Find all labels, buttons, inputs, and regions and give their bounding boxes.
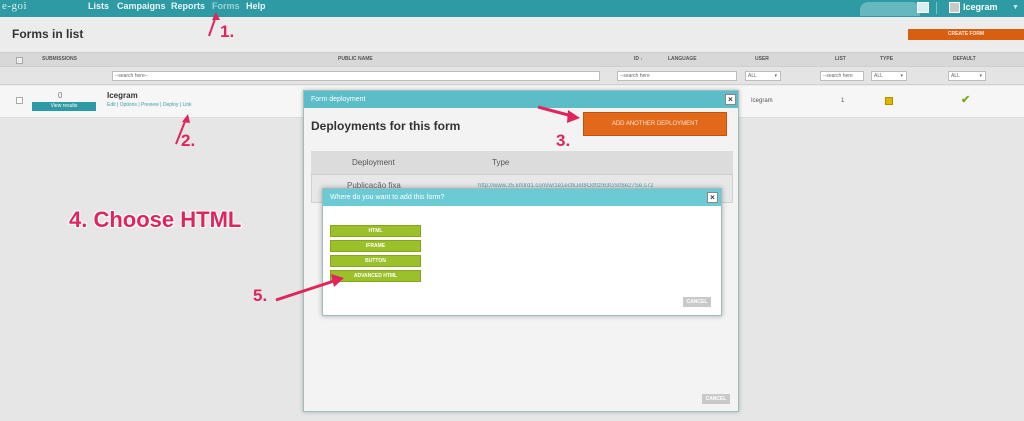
nav-forms[interactable]: Forms (212, 0, 240, 14)
user-name[interactable]: Icegram (963, 1, 998, 14)
column-submissions[interactable]: SUBMISSIONS (42, 56, 77, 63)
annotation-step-1: 1. (220, 22, 235, 41)
column-list[interactable]: LIST (835, 56, 846, 63)
default-check-icon[interactable]: ✔ (961, 93, 970, 106)
option-iframe-button[interactable]: IFRAME (330, 240, 421, 252)
name-search-input[interactable]: --search here-- (112, 71, 600, 81)
chevron-down-icon: ▾ (900, 73, 903, 79)
annotation-step-4: 4. Choose HTML (69, 207, 242, 232)
user-filter-value: ALL (748, 73, 757, 79)
create-form-button[interactable]: CREATE FORM (908, 29, 1024, 40)
user-filter-select[interactable]: ALL ▾ (745, 71, 781, 81)
column-default[interactable]: DEFAULT (953, 56, 976, 63)
column-deployment: Deployment (352, 158, 395, 167)
row-checkbox[interactable] (16, 97, 23, 104)
row-user: Icegram (751, 98, 773, 104)
close-icon[interactable]: × (725, 94, 736, 105)
type-filter-value: ALL (874, 73, 883, 79)
form-type-icon (885, 97, 893, 105)
nav-help[interactable]: Help (246, 0, 266, 14)
page-title: Forms in list (12, 27, 84, 41)
default-filter-select[interactable]: ALL ▾ (948, 71, 986, 81)
row-list: 1 (841, 98, 845, 104)
list-search-input[interactable]: --search here (820, 71, 864, 81)
option-advanced-html-button[interactable]: ADVANCED HTML (330, 270, 421, 282)
form-action-links[interactable]: Edit | Options | Preview | Deploy | Link (107, 102, 192, 108)
apps-icon[interactable] (917, 2, 929, 13)
column-id[interactable]: ID ↓ (634, 56, 643, 63)
column-type: Type (492, 158, 510, 167)
close-icon[interactable]: × (707, 192, 718, 203)
cloud-decoration (860, 2, 920, 16)
dialog-title: Form deployment (311, 96, 366, 103)
add-deployment-button[interactable]: ADD ANOTHER DEPLOYMENT (583, 112, 727, 136)
chevron-down-icon: ▾ (979, 73, 982, 79)
cancel-button[interactable]: CANCEL (683, 297, 711, 307)
select-all-checkbox[interactable] (16, 57, 23, 64)
cancel-button[interactable]: CANCEL (702, 394, 730, 404)
view-results-button[interactable]: View results (32, 102, 96, 111)
annotation-step-5: 5. (253, 286, 268, 305)
annotation-step-2: 2. (181, 131, 196, 150)
option-button-button[interactable]: BUTTON (330, 255, 421, 267)
dialog-title-bar (304, 91, 738, 108)
user-avatar-icon[interactable] (949, 2, 960, 13)
submissions-count: 0 (58, 91, 63, 100)
nav-reports[interactable]: Reports (171, 0, 205, 14)
column-type[interactable]: TYPE (880, 56, 893, 63)
form-name: Icegram (107, 91, 138, 100)
chevron-down-icon: ▾ (774, 73, 777, 79)
nav-campaigns[interactable]: Campaigns (117, 0, 166, 14)
app-logo[interactable]: e-goi (0, 0, 40, 12)
nav-lists[interactable]: Lists (88, 0, 109, 14)
dialog-title: Where do you want to add this form? (330, 194, 445, 201)
type-filter-select[interactable]: ALL ▾ (871, 71, 907, 81)
column-user[interactable]: USER (755, 56, 769, 63)
column-public-name[interactable]: PUBLIC NAME (338, 56, 373, 63)
add-form-location-dialog (322, 188, 722, 316)
default-filter-value: ALL (951, 73, 960, 79)
chevron-down-icon[interactable]: ▼ (1012, 1, 1019, 14)
id-search-input[interactable]: --search here (617, 71, 737, 81)
annotation-step-3: 3. (556, 131, 571, 150)
option-html-button[interactable]: HTML (330, 225, 421, 237)
table-header (0, 52, 1024, 67)
column-language[interactable]: LANGUAGE (668, 56, 697, 63)
dialog-heading: Deployments for this form (311, 119, 461, 133)
user-separator (936, 2, 937, 14)
